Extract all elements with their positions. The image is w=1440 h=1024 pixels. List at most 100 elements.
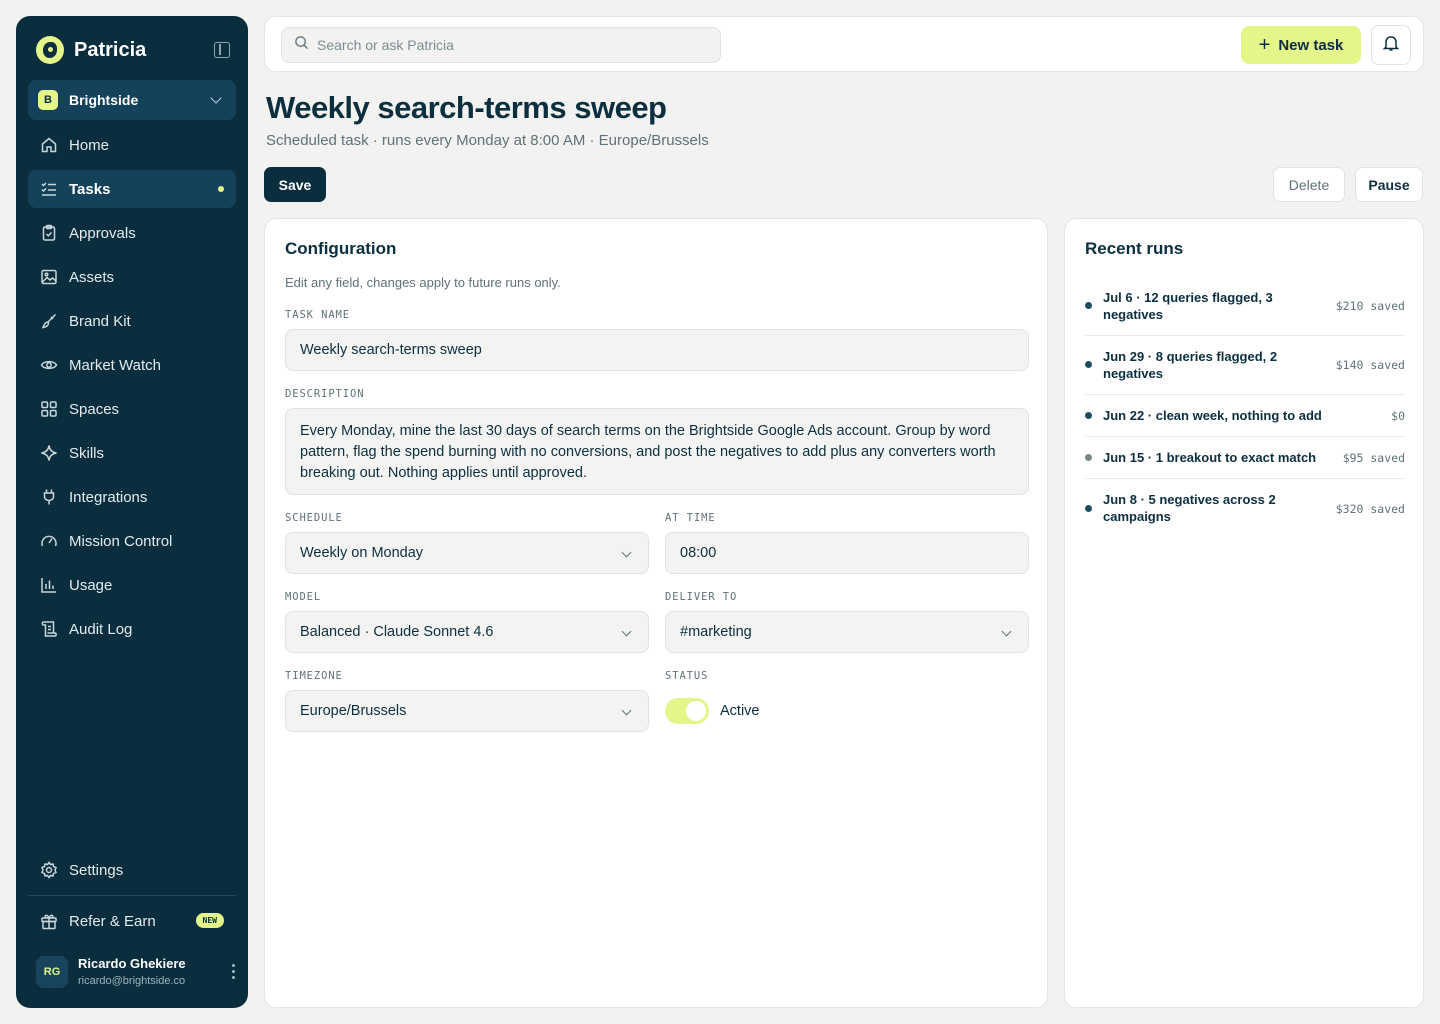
nav-item-settings[interactable]: Settings bbox=[28, 851, 236, 889]
notifications-button[interactable] bbox=[1371, 25, 1411, 65]
nav-label: Spaces bbox=[69, 400, 120, 418]
status-label: STATUS bbox=[665, 670, 709, 682]
description-value: Every Monday, mine the last 30 days of s… bbox=[300, 423, 996, 481]
app-name: Patricia bbox=[74, 38, 147, 61]
search-icon bbox=[294, 35, 309, 55]
status-toggle[interactable] bbox=[665, 698, 709, 724]
nav-item-mission-control[interactable]: Mission Control bbox=[28, 522, 236, 560]
nav-item-refer-earn[interactable]: Refer & Earn NEW bbox=[28, 902, 236, 940]
save-button[interactable]: Save bbox=[264, 167, 326, 202]
nav-item-home[interactable]: Home bbox=[28, 126, 236, 164]
run-item[interactable]: Jun 15 · 1 breakout to exact match $95 s… bbox=[1085, 437, 1405, 479]
sidebar-divider bbox=[28, 895, 236, 896]
nav-label: Brand Kit bbox=[69, 312, 131, 330]
collapse-sidebar-icon[interactable] bbox=[214, 42, 230, 58]
search-box[interactable] bbox=[281, 27, 721, 63]
run-summary: Jun 15 · 1 breakout to exact match bbox=[1103, 450, 1317, 465]
nav-label: Skills bbox=[69, 444, 105, 462]
tasks-icon bbox=[40, 180, 58, 198]
configuration-title: Configuration bbox=[285, 239, 397, 258]
user-name: Ricardo Ghekiere bbox=[78, 956, 186, 971]
workspace-badge: B bbox=[38, 90, 58, 110]
home-icon bbox=[40, 136, 58, 154]
run-item[interactable]: Jun 8 · 5 negatives across 2 campaigns $… bbox=[1085, 479, 1405, 539]
timezone-select[interactable]: Europe/Brussels bbox=[285, 690, 649, 732]
run-item[interactable]: Jun 29 · 8 queries flagged, 2 negatives … bbox=[1085, 336, 1405, 395]
nav-item-integrations[interactable]: Integrations bbox=[28, 478, 236, 516]
run-summary: Jun 29 · 8 queries flagged, 2 negatives bbox=[1103, 349, 1278, 381]
nav-item-brand-kit[interactable]: Brand Kit bbox=[28, 302, 236, 340]
nav-item-skills[interactable]: Skills bbox=[28, 434, 236, 472]
time-value: 08:00 bbox=[680, 545, 717, 561]
nav-label: Home bbox=[69, 136, 110, 154]
nav-label: Audit Log bbox=[69, 620, 133, 638]
timezone-value: Europe/Brussels bbox=[300, 703, 407, 719]
avatar: RG bbox=[36, 956, 68, 988]
deliver-to-value: #marketing bbox=[680, 624, 752, 640]
grid-icon bbox=[40, 400, 58, 418]
page-subtitle: Scheduled task · runs every Monday at 8:… bbox=[266, 132, 709, 149]
run-item[interactable]: Jul 6 · 12 queries flagged, 3 negatives … bbox=[1085, 279, 1405, 336]
run-amount: $320 saved bbox=[1335, 502, 1405, 516]
patricia-logo-icon bbox=[36, 36, 64, 64]
brush-icon bbox=[40, 312, 58, 330]
nav-item-spaces[interactable]: Spaces bbox=[28, 390, 236, 428]
nav-item-audit-log[interactable]: Audit Log bbox=[28, 610, 236, 648]
clipboard-icon bbox=[40, 224, 58, 242]
gear-icon bbox=[40, 861, 58, 879]
task-name-value: Weekly search-terms sweep bbox=[300, 342, 482, 358]
run-status-dot bbox=[1085, 412, 1092, 419]
schedule-value: Weekly on Monday bbox=[300, 545, 424, 561]
run-item[interactable]: Jun 22 · clean week, nothing to add $0 bbox=[1085, 395, 1405, 437]
gauge-icon bbox=[40, 532, 58, 550]
recent-runs-title: Recent runs bbox=[1085, 239, 1184, 258]
image-icon bbox=[40, 268, 58, 286]
new-task-button[interactable]: + New task bbox=[1241, 26, 1361, 64]
schedule-select[interactable]: Weekly on Monday bbox=[285, 532, 649, 574]
nav-label: Assets bbox=[69, 268, 115, 286]
chevron-down-icon bbox=[1001, 626, 1012, 637]
run-summary: Jun 8 · 5 negatives across 2 campaigns bbox=[1103, 492, 1276, 524]
run-status-dot bbox=[1085, 505, 1092, 512]
recent-runs-card: Recent runs Jul 6 · 12 queries flagged, … bbox=[1064, 218, 1424, 1008]
run-amount: $210 saved bbox=[1335, 299, 1405, 313]
status-value: Active bbox=[720, 703, 760, 719]
time-field[interactable]: 08:00 bbox=[665, 532, 1029, 574]
nav-item-tasks[interactable]: Tasks bbox=[28, 170, 236, 208]
delete-button[interactable]: Delete bbox=[1273, 167, 1345, 202]
timezone-label: TIMEZONE bbox=[285, 670, 343, 682]
nav-item-market-watch[interactable]: Market Watch bbox=[28, 346, 236, 384]
sidebar: Patricia B Brightside Home Tasks Approva… bbox=[16, 16, 248, 1008]
run-status-dot bbox=[1085, 302, 1092, 309]
toggle-knob bbox=[686, 701, 706, 721]
task-name-field[interactable]: Weekly search-terms sweep bbox=[285, 329, 1029, 371]
chevron-down-icon bbox=[621, 547, 632, 558]
configuration-card: Configuration Edit any field, changes ap… bbox=[264, 218, 1048, 1008]
top-bar: + New task bbox=[264, 16, 1424, 72]
deliver-to-label: DELIVER TO bbox=[665, 591, 738, 603]
run-status-dot bbox=[1085, 454, 1092, 461]
pause-button[interactable]: Pause bbox=[1355, 167, 1423, 202]
plus-icon: + bbox=[1258, 34, 1271, 56]
run-summary: Jul 6 · 12 queries flagged, 3 negatives bbox=[1103, 290, 1273, 322]
nav-label: Settings bbox=[69, 861, 124, 879]
search-input[interactable] bbox=[317, 37, 697, 53]
nav-item-assets[interactable]: Assets bbox=[28, 258, 236, 296]
user-profile[interactable]: RG Ricardo Ghekiere ricardo@brightside.c… bbox=[36, 954, 236, 994]
model-value: Balanced · Claude Sonnet 4.6 bbox=[300, 624, 494, 640]
more-options-icon[interactable] bbox=[232, 964, 236, 980]
active-indicator-dot bbox=[218, 186, 224, 192]
nav-label: Integrations bbox=[69, 488, 148, 506]
brand[interactable]: Patricia bbox=[36, 34, 146, 66]
run-status-dot bbox=[1085, 361, 1092, 368]
schedule-label: SCHEDULE bbox=[285, 512, 343, 524]
run-amount: $0 bbox=[1391, 409, 1405, 423]
user-email: ricardo@brightside.co bbox=[78, 975, 186, 987]
workspace-switcher[interactable]: B Brightside bbox=[28, 80, 236, 120]
description-field[interactable]: Every Monday, mine the last 30 days of s… bbox=[285, 408, 1029, 495]
nav-item-usage[interactable]: Usage bbox=[28, 566, 236, 604]
model-select[interactable]: Balanced · Claude Sonnet 4.6 bbox=[285, 611, 649, 653]
nav-item-approvals[interactable]: Approvals bbox=[28, 214, 236, 252]
deliver-to-select[interactable]: #marketing bbox=[665, 611, 1029, 653]
nav-label: Approvals bbox=[69, 224, 136, 242]
